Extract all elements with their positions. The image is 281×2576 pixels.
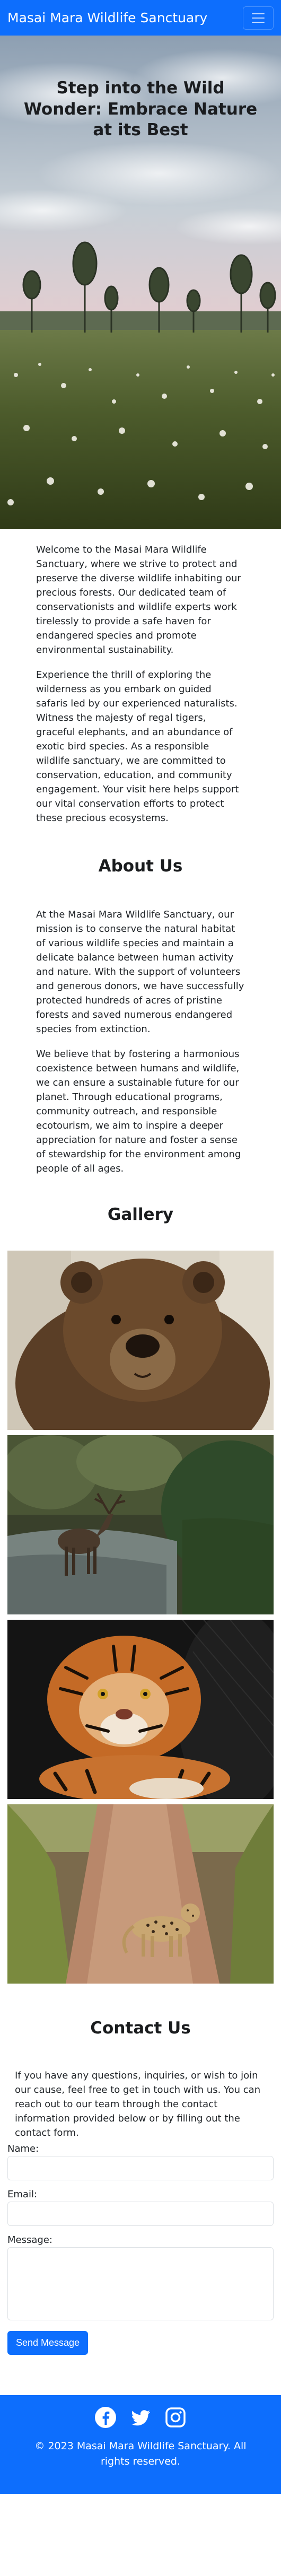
about-paragraph: At the Masai Mara Wildlife Sanctuary, ou… (36, 909, 244, 1035)
instagram-icon (165, 2407, 186, 2427)
gallery-image-leopard (7, 1804, 274, 1984)
intro-paragraph: Experience the thrill of exploring the w… (36, 669, 239, 824)
message-label: Message: (7, 2234, 52, 2246)
bear-photo (7, 1251, 274, 1430)
gallery-section: Gallery (0, 1186, 281, 1984)
hamburger-menu-icon (252, 13, 265, 23)
tiger-photo (7, 1620, 274, 1799)
gallery-title: Gallery (107, 1205, 174, 1224)
gallery-image-bear (7, 1251, 274, 1430)
facebook-icon (95, 2407, 116, 2428)
hero-section: Step into the Wild Wonder: Embrace Natur… (0, 36, 281, 529)
elk-photo (7, 1435, 274, 1614)
gallery-image-tiger (7, 1620, 274, 1799)
about-section: About Us At the Masai Mara Wildlife Sanc… (0, 836, 281, 1176)
message-textarea[interactable] (7, 2247, 274, 2320)
contact-lead: If you have any questions, inquiries, or… (15, 2070, 261, 2138)
name-label: Name: (7, 2143, 39, 2154)
contact-section: Contact Us If you have any questions, in… (0, 1989, 281, 2355)
email-label: Email: (7, 2189, 38, 2200)
gallery-image-elk (7, 1435, 274, 1614)
hero-title: Step into the Wild Wonder: Embrace Natur… (23, 78, 258, 140)
instagram-link[interactable] (164, 2406, 187, 2429)
name-input[interactable] (7, 2156, 274, 2180)
social-links (0, 2406, 281, 2429)
navbar: Masai Mara Wildlife Sanctuary (0, 0, 281, 36)
facebook-link[interactable] (94, 2406, 117, 2429)
copyright-text: © 2023 Masai Mara Wildlife Sanctuary. Al… (34, 2440, 247, 2468)
intro-section: Welcome to the Masai Mara Wildlife Sanct… (0, 529, 281, 825)
about-paragraph: We believe that by fostering a harmoniou… (36, 1049, 241, 1174)
twitter-icon (131, 2410, 151, 2426)
send-message-button[interactable]: Send Message (7, 2331, 89, 2355)
intro-paragraph: Welcome to the Masai Mara Wildlife Sanct… (36, 544, 241, 656)
leopard-photo (7, 1804, 274, 1984)
brand-link[interactable]: Masai Mara Wildlife Sanctuary (7, 10, 207, 25)
twitter-link[interactable] (129, 2406, 152, 2429)
email-input[interactable] (7, 2202, 274, 2226)
footer: © 2023 Masai Mara Wildlife Sanctuary. Al… (0, 2395, 281, 2494)
contact-title: Contact Us (90, 2019, 191, 2038)
about-title: About Us (98, 857, 183, 876)
navbar-toggler-button[interactable] (243, 6, 274, 30)
